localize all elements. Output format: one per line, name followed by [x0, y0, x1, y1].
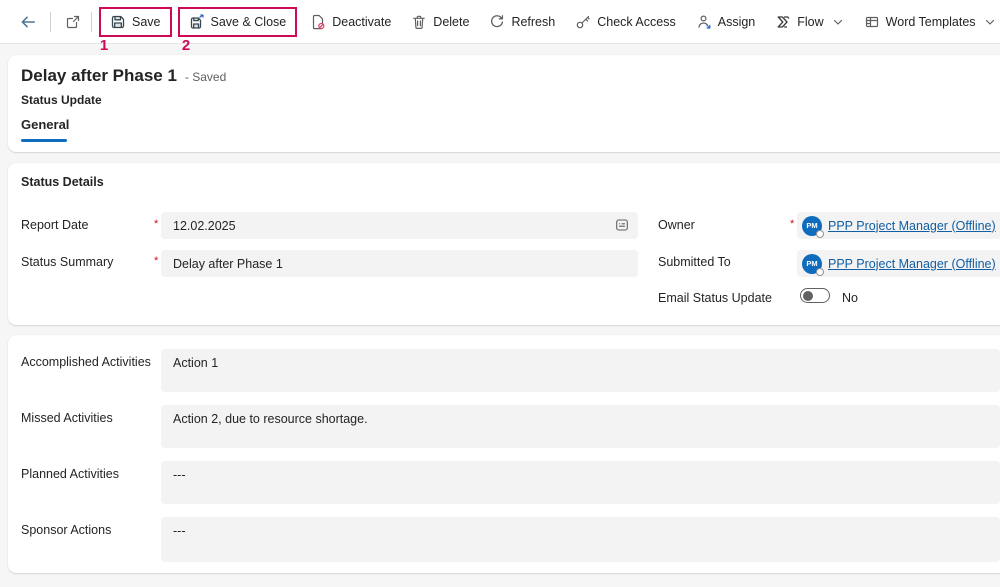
missed-activities-label: Missed Activities [21, 411, 113, 425]
owner-label: Owner [658, 218, 695, 232]
status-summary-label: Status Summary [21, 255, 113, 269]
required-asterisk: * [154, 218, 158, 230]
avatar: PM [802, 254, 822, 274]
avatar-initials: PM [806, 259, 817, 268]
flow-icon [775, 14, 791, 30]
word-templates-icon [864, 14, 880, 30]
submitted-to-lookup-field[interactable]: PM PPP Project Manager (Offline) ✕ [797, 250, 1000, 277]
assign-button[interactable]: Assign [686, 7, 766, 37]
activities-section: Accomplished Activities Action 1 Missed … [8, 335, 1000, 573]
toggle-knob [803, 291, 813, 301]
record-header-card: Delay after Phase 1 - Saved Status Updat… [8, 55, 1000, 152]
email-status-update-value: No [842, 291, 858, 305]
report-date-value: 12.02.2025 [173, 219, 236, 233]
save-and-close-button[interactable]: Save & Close [181, 9, 295, 35]
assign-button-label: Assign [718, 15, 756, 29]
back-button[interactable] [14, 8, 42, 36]
open-in-new-window-button[interactable] [59, 8, 87, 36]
save-icon [110, 14, 126, 30]
delete-icon [411, 14, 427, 30]
flow-button[interactable]: Flow [765, 7, 853, 37]
page-title: Delay after Phase 1 [21, 66, 177, 86]
status-summary-value: Delay after Phase 1 [173, 257, 283, 271]
planned-activities-label: Planned Activities [21, 467, 119, 481]
report-date-field[interactable]: 12.02.2025 [161, 212, 638, 239]
word-templates-button[interactable]: Word Templates [854, 7, 1000, 37]
annotation-box-save: Save [99, 7, 172, 37]
email-status-update-toggle[interactable] [800, 288, 830, 303]
deactivate-icon [310, 14, 326, 30]
refresh-button-label: Refresh [511, 15, 555, 29]
back-arrow-icon [19, 13, 37, 31]
annotation-number-2: 2 [175, 37, 197, 54]
required-asterisk: * [790, 218, 794, 230]
delete-button-label: Delete [433, 15, 469, 29]
popout-icon [65, 14, 81, 30]
calendar-icon[interactable] [614, 217, 630, 233]
tab-general[interactable]: General [21, 117, 69, 132]
planned-activities-value: --- [173, 468, 186, 482]
save-close-icon [189, 14, 205, 30]
owner-lookup-field[interactable]: PM PPP Project Manager (Offline) ✕ [797, 212, 1000, 239]
delete-button[interactable]: Delete [401, 7, 479, 37]
email-status-update-label: Email Status Update [658, 291, 772, 305]
refresh-icon [489, 14, 505, 30]
missed-activities-value: Action 2, due to resource shortage. [173, 412, 368, 426]
key-icon [575, 14, 591, 30]
chevron-down-icon [832, 16, 844, 28]
submitted-to-link[interactable]: PPP Project Manager (Offline) [828, 257, 996, 271]
submitted-to-label: Submitted To [658, 255, 731, 269]
required-asterisk: * [154, 255, 158, 267]
assign-person-icon [696, 14, 712, 30]
owner-link[interactable]: PPP Project Manager (Offline) [828, 219, 996, 233]
report-date-label: Report Date [21, 218, 88, 232]
status-details-section: Status Details Report Date * 12.02.2025 … [8, 163, 1000, 325]
avatar-initials: PM [806, 221, 817, 230]
annotation-box-save-close: Save & Close [178, 7, 298, 37]
save-status: - Saved [185, 70, 226, 84]
chevron-down-icon [984, 16, 996, 28]
save-button-label: Save [132, 15, 161, 29]
toolbar-divider [50, 12, 51, 32]
word-templates-button-label: Word Templates [886, 15, 976, 29]
section-title: Status Details [21, 175, 104, 189]
status-summary-field[interactable]: Delay after Phase 1 [161, 250, 638, 277]
save-button[interactable]: Save [102, 9, 169, 35]
check-access-button-label: Check Access [597, 15, 676, 29]
command-bar: Save Save & Close Deactivate Delete Refr… [0, 0, 1000, 44]
record-title-row: Delay after Phase 1 - Saved [21, 66, 226, 86]
deactivate-button-label: Deactivate [332, 15, 391, 29]
annotation-number-1: 1 [93, 37, 115, 54]
sponsor-actions-field[interactable]: --- [161, 517, 1000, 562]
planned-activities-field[interactable]: --- [161, 461, 1000, 504]
sponsor-actions-value: --- [173, 524, 186, 538]
accomplished-activities-field[interactable]: Action 1 [161, 349, 1000, 392]
save-and-close-button-label: Save & Close [211, 15, 287, 29]
toolbar-divider [91, 12, 92, 32]
entity-name: Status Update [21, 93, 102, 107]
refresh-button[interactable]: Refresh [479, 7, 565, 37]
presence-offline-badge [816, 230, 824, 238]
accomplished-activities-label: Accomplished Activities [21, 355, 151, 369]
tab-active-underline [21, 139, 67, 142]
missed-activities-field[interactable]: Action 2, due to resource shortage. [161, 405, 1000, 448]
deactivate-button[interactable]: Deactivate [300, 7, 401, 37]
sponsor-actions-label: Sponsor Actions [21, 523, 111, 537]
accomplished-activities-value: Action 1 [173, 356, 218, 370]
flow-button-label: Flow [797, 15, 823, 29]
avatar: PM [802, 216, 822, 236]
check-access-button[interactable]: Check Access [565, 7, 686, 37]
presence-offline-badge [816, 268, 824, 276]
